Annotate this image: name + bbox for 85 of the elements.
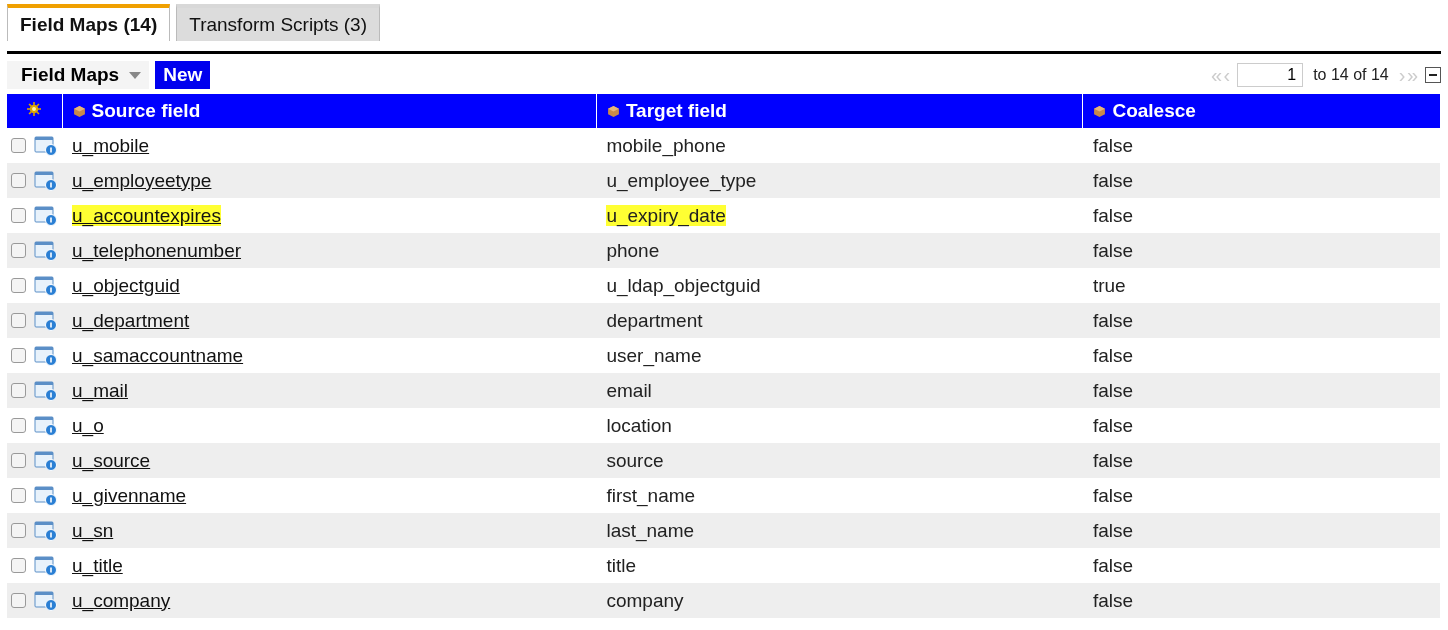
target-field: u_ldap_objectguid	[606, 274, 761, 296]
target-field: last_name	[606, 519, 695, 541]
settings-icon[interactable]	[26, 101, 43, 117]
tab[interactable]: Transform Scripts (3)	[176, 4, 380, 41]
row-checkbox[interactable]	[11, 418, 26, 433]
coalesce-value: false	[1092, 484, 1134, 506]
source-field-link[interactable]: u_samaccountname	[72, 344, 244, 366]
coalesce-value: false	[1092, 379, 1134, 401]
row-checkbox[interactable]	[11, 488, 26, 503]
source-field-link[interactable]: u_telephonenumber	[72, 239, 242, 261]
coalesce-value: true	[1092, 274, 1126, 296]
list-title-menu[interactable]: Field Maps	[7, 61, 150, 89]
preview-icon[interactable]	[34, 310, 58, 331]
row-checkbox[interactable]	[11, 278, 26, 293]
source-field-link[interactable]: u_mail	[72, 379, 128, 401]
coalesce-value: false	[1092, 169, 1134, 191]
target-field: phone	[606, 239, 660, 261]
preview-icon[interactable]	[34, 555, 58, 576]
collapse-icon[interactable]	[1425, 67, 1441, 83]
coalesce-value: false	[1092, 309, 1134, 331]
source-field-link[interactable]: u_mobile	[72, 134, 150, 156]
row-checkbox[interactable]	[11, 243, 26, 258]
target-field: source	[606, 449, 664, 471]
row-checkbox[interactable]	[11, 593, 26, 608]
column-header[interactable]: Target field	[606, 100, 727, 121]
row-checkbox[interactable]	[11, 138, 26, 153]
preview-icon[interactable]	[34, 275, 58, 296]
target-field: email	[606, 379, 652, 401]
source-field-link[interactable]: u_sn	[72, 519, 114, 541]
source-field-link[interactable]: u_department	[72, 309, 190, 331]
cube-icon	[72, 105, 86, 118]
row-checkbox[interactable]	[11, 173, 26, 188]
target-field: department	[606, 309, 703, 331]
new-button[interactable]: New	[155, 61, 211, 89]
preview-icon[interactable]	[34, 450, 58, 471]
row-checkbox[interactable]	[11, 208, 26, 223]
row-checkbox[interactable]	[11, 348, 26, 363]
source-field-link[interactable]: u_o	[72, 414, 104, 436]
preview-icon[interactable]	[34, 485, 58, 506]
cube-icon	[1093, 105, 1107, 118]
column-header[interactable]: Source field	[72, 100, 201, 121]
preview-icon[interactable]	[34, 205, 58, 226]
source-field-link[interactable]: u_employeetype	[72, 169, 212, 191]
coalesce-value: false	[1092, 554, 1134, 576]
source-field-link[interactable]: u_objectguid	[72, 274, 180, 296]
source-field-link[interactable]: u_source	[72, 449, 151, 471]
target-field: title	[606, 554, 636, 576]
source-field-link[interactable]: u_title	[72, 554, 123, 576]
coalesce-value: false	[1092, 449, 1134, 471]
caret-icon	[129, 71, 142, 79]
target-field: u_expiry_date	[606, 204, 726, 226]
coalesce-value: false	[1092, 239, 1134, 261]
preview-icon[interactable]	[34, 240, 58, 261]
coalesce-value: false	[1092, 134, 1134, 156]
target-field: mobile_phone	[606, 134, 726, 156]
target-field: u_employee_type	[606, 169, 757, 191]
row-checkbox[interactable]	[11, 523, 26, 538]
column-header[interactable]: Coalesce	[1093, 100, 1196, 121]
coalesce-value: false	[1092, 204, 1134, 226]
preview-icon[interactable]	[34, 380, 58, 401]
tab[interactable]: Field Maps (14)	[7, 4, 171, 41]
preview-icon[interactable]	[34, 415, 58, 436]
target-field: location	[606, 414, 672, 436]
source-field-link[interactable]: u_accountexpires	[72, 204, 221, 226]
row-checkbox[interactable]	[11, 383, 26, 398]
preview-icon[interactable]	[34, 135, 58, 156]
preview-icon[interactable]	[34, 520, 58, 541]
coalesce-value: false	[1092, 519, 1134, 541]
source-field-link[interactable]: u_company	[72, 589, 171, 611]
preview-icon[interactable]	[34, 345, 58, 366]
coalesce-value: false	[1092, 589, 1134, 611]
page-range: to 14 of 14	[1313, 66, 1389, 84]
row-checkbox[interactable]	[11, 313, 26, 328]
row-checkbox[interactable]	[11, 558, 26, 573]
coalesce-value: false	[1092, 344, 1134, 366]
target-field: company	[606, 589, 684, 611]
row-checkbox[interactable]	[11, 453, 26, 468]
preview-icon[interactable]	[34, 170, 58, 191]
preview-icon[interactable]	[34, 590, 58, 611]
target-field: first_name	[606, 484, 696, 506]
page-number-field[interactable]: 1	[1237, 63, 1304, 87]
source-field-link[interactable]: u_givenname	[72, 484, 187, 506]
target-field: user_name	[606, 344, 702, 366]
coalesce-value: false	[1092, 414, 1134, 436]
cube-icon	[606, 105, 620, 118]
